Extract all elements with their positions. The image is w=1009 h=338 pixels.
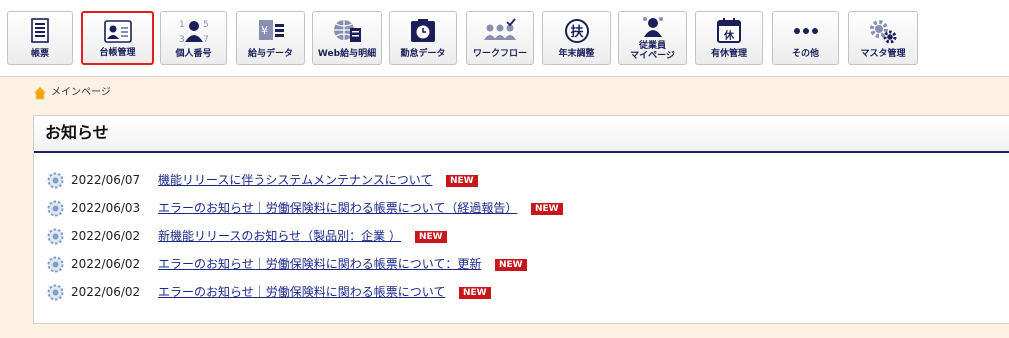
number-5: 5 (203, 20, 209, 30)
gear-bullet-icon (47, 284, 64, 301)
new-badge: NEW (446, 175, 478, 187)
toolbar-label-line2: マイページ (630, 51, 675, 61)
gear-bullet-icon (47, 200, 64, 217)
toolbar-label-line1: 従業員 (638, 41, 666, 51)
gear-bullet-icon (47, 228, 64, 245)
more-dots-icon (793, 28, 818, 34)
toolbar-button-chohyo[interactable]: 帳票 (7, 11, 73, 65)
number-1: 1 (179, 20, 185, 30)
toolbar-label: 給与データ (247, 49, 293, 59)
toolbar-label-two-line: 従業員 マイページ (619, 41, 686, 61)
notice-date: 2022/06/02 (71, 285, 141, 299)
toolbar-button-kintai[interactable]: 勤怠データ (389, 11, 457, 65)
calendar-holiday-icon: 休 (717, 18, 741, 43)
new-badge: NEW (459, 287, 491, 299)
toolbar-button-workflow[interactable]: ワークフロー (466, 11, 534, 65)
notice-title: お知らせ (45, 123, 109, 142)
web-payslip-icon (334, 20, 361, 42)
notice-date: 2022/06/02 (71, 229, 141, 243)
document-list-icon (31, 18, 49, 43)
toolbar-button-other[interactable]: その他 (772, 11, 839, 65)
payroll-data-icon: ¥ (258, 20, 284, 40)
breadcrumb-home[interactable]: メインページ (51, 87, 111, 98)
new-badge: NEW (531, 203, 563, 215)
number-3: 3 (179, 35, 185, 44)
notice-date: 2022/06/03 (71, 201, 141, 215)
fu-seal-icon: 扶 (564, 19, 589, 43)
toolbar-button-kyuyo[interactable]: ¥ 給与データ (236, 11, 305, 65)
breadcrumb: メインページ (33, 86, 111, 100)
id-card-icon (103, 20, 132, 43)
my-number-icon: 1 5 3 7 (179, 20, 209, 44)
toolbar-label: 年末調整 (558, 49, 595, 59)
holiday-character: 休 (723, 29, 735, 42)
toolbar-label: 勤怠データ (400, 49, 446, 59)
notice-panel-header: お知らせ (34, 116, 1009, 153)
toolbar-label: ワークフロー (472, 49, 527, 59)
toolbar-button-yukyu[interactable]: 休 有休管理 (695, 11, 763, 65)
toolbar-button-web[interactable]: Web給与明細 (312, 11, 382, 65)
gear-bullet-icon (47, 172, 64, 189)
toolbar-label: 帳票 (30, 49, 49, 59)
timecard-icon (411, 19, 435, 42)
home-icon[interactable] (33, 86, 47, 100)
toolbar-button-master[interactable]: マスタ管理 (848, 11, 918, 65)
notice-link[interactable]: 新機能リリースのお知らせ（製品別：企業 ） (158, 229, 401, 244)
toolbar-label: 有休管理 (710, 49, 747, 59)
toolbar-button-daicho[interactable]: 台帳管理 (81, 11, 154, 65)
notice-date: 2022/06/07 (71, 173, 141, 187)
number-7: 7 (203, 35, 209, 44)
notice-link[interactable]: エラーのお知らせ｜労働保険料に関わる帳票について（経過報告） (158, 201, 517, 216)
toolbar-label: Web給与明細 (317, 49, 377, 59)
yen-symbol: ¥ (261, 24, 268, 37)
notice-date: 2022/06/02 (71, 257, 141, 271)
fu-character: 扶 (570, 24, 584, 40)
toolbar-label: その他 (791, 49, 819, 59)
toolbar-label: マスタ管理 (860, 49, 906, 59)
toolbar-button-kojin[interactable]: 1 5 3 7 個人番号 (160, 11, 227, 65)
workflow-icon (484, 18, 516, 40)
notice-link[interactable]: エラーのお知らせ｜労働保険料に関わる帳票について：更新 (158, 257, 481, 272)
main-toolbar: 帳票 台帳管理 1 5 3 7 個人番号 ¥ 給与データ Web給与明細 勤怠デ… (0, 0, 1009, 77)
notice-link[interactable]: エラーのお知らせ｜労働保険料に関わる帳票について (158, 285, 445, 300)
gear-settings-icon (870, 20, 897, 44)
new-badge: NEW (415, 231, 447, 243)
toolbar-button-mypage[interactable]: 従業員 マイページ (618, 11, 687, 65)
toolbar-label: 個人番号 (175, 49, 212, 59)
employee-icon (642, 17, 663, 37)
toolbar-button-nenmatsu[interactable]: 扶 年末調整 (542, 11, 611, 65)
gear-bullet-icon (47, 256, 64, 273)
notice-link[interactable]: 機能リリースに伴うシステムメンテナンスについて (158, 173, 432, 188)
new-badge: NEW (495, 259, 527, 271)
toolbar-label: 台帳管理 (99, 48, 136, 58)
